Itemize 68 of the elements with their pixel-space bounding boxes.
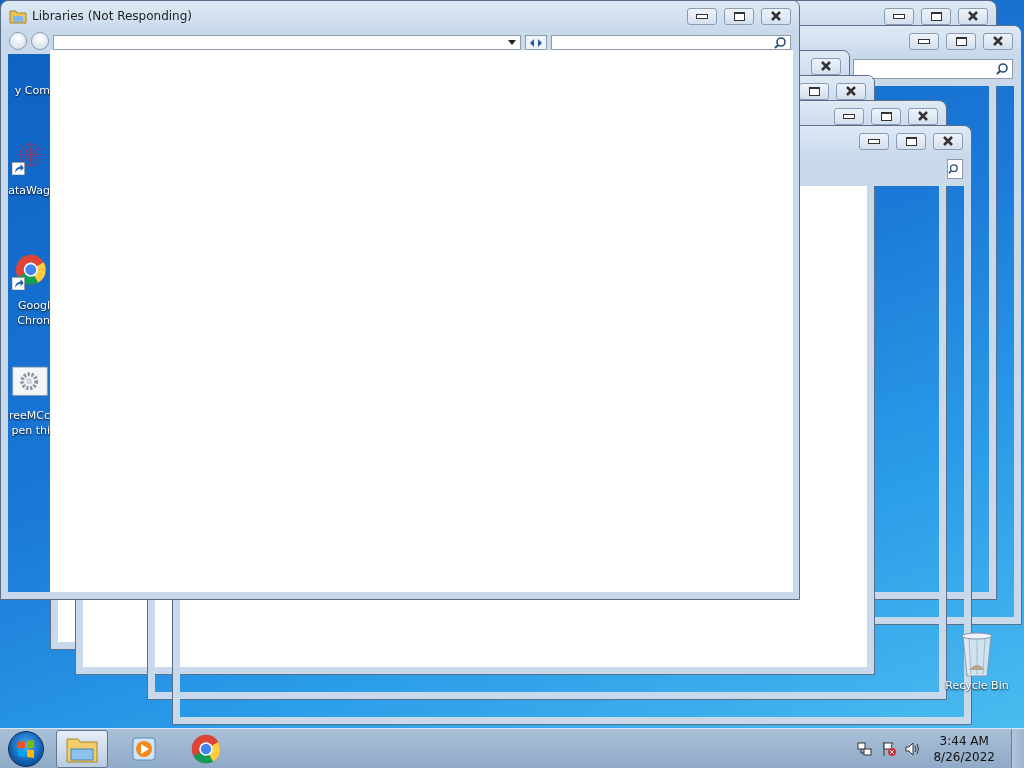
- speaker-icon[interactable]: [905, 741, 922, 757]
- flag-icon[interactable]: [881, 741, 898, 757]
- maximize-button[interactable]: [946, 32, 976, 50]
- folder-icon: [66, 735, 98, 763]
- start-button[interactable]: [8, 731, 44, 767]
- minimize-button[interactable]: [859, 132, 889, 150]
- search-icon: [774, 36, 786, 49]
- maximize-icon: [808, 86, 820, 96]
- window-title: Libraries (Not Responding): [32, 9, 193, 23]
- back-button[interactable]: [9, 32, 27, 50]
- address-bar[interactable]: [53, 35, 521, 50]
- media-player-icon: [130, 735, 158, 763]
- icon-label[interactable]: pen thi: [11, 423, 50, 438]
- arrows-icon: [529, 36, 543, 49]
- close-button[interactable]: [908, 107, 938, 125]
- maximize-icon: [955, 36, 967, 46]
- minimize-button[interactable]: [834, 107, 864, 125]
- clock-time[interactable]: 3:44 AM: [939, 733, 989, 749]
- minimize-icon: [918, 38, 930, 44]
- close-icon: [845, 85, 857, 97]
- close-button[interactable]: [761, 7, 791, 25]
- icon-label[interactable]: reeMCc: [8, 408, 50, 423]
- maximize-icon: [733, 11, 745, 21]
- icon-label[interactable]: Chron: [17, 313, 50, 328]
- icon-label[interactable]: Googl: [17, 298, 50, 313]
- chrome-shortcut-icon[interactable]: [12, 254, 48, 290]
- chrome-icon: [191, 734, 221, 764]
- close-icon: [992, 35, 1004, 47]
- search-field[interactable]: [551, 35, 791, 50]
- forward-button[interactable]: [31, 32, 49, 50]
- close-button[interactable]: [836, 82, 866, 100]
- close-icon: [820, 60, 832, 72]
- minimize-icon: [893, 13, 905, 19]
- close-button[interactable]: [933, 132, 963, 150]
- caret-icon: [508, 40, 516, 45]
- minimize-icon: [696, 13, 708, 19]
- search-icon: [948, 163, 958, 175]
- clock-date[interactable]: 8/26/2022: [933, 749, 995, 765]
- maximize-icon: [880, 111, 892, 121]
- search-icon: [996, 63, 1008, 75]
- close-icon: [917, 110, 929, 122]
- close-icon: [770, 10, 782, 22]
- maximize-icon: [930, 11, 942, 21]
- maximize-button[interactable]: [724, 7, 754, 25]
- close-button[interactable]: [811, 57, 841, 75]
- icon-label[interactable]: ataWag: [8, 183, 50, 198]
- close-icon: [942, 135, 954, 147]
- close-button[interactable]: [983, 32, 1013, 50]
- minimize-icon: [843, 113, 855, 119]
- maximize-button[interactable]: [896, 132, 926, 150]
- maximize-button[interactable]: [799, 82, 829, 100]
- windows-logo-icon: [16, 739, 36, 759]
- minimize-button[interactable]: [884, 7, 914, 25]
- search-field[interactable]: [853, 59, 1013, 79]
- close-icon: [967, 10, 979, 22]
- maximize-button[interactable]: [921, 7, 951, 25]
- minimize-button[interactable]: [909, 32, 939, 50]
- icon-label[interactable]: y Com: [14, 83, 50, 98]
- search-field[interactable]: [947, 159, 963, 179]
- maximize-icon: [905, 136, 917, 146]
- maximize-button[interactable]: [871, 107, 901, 125]
- close-button[interactable]: [958, 7, 988, 25]
- taskbar-button[interactable]: [56, 730, 108, 768]
- minimize-icon: [868, 138, 880, 144]
- refresh-button[interactable]: [525, 35, 547, 50]
- minimize-button[interactable]: [687, 7, 717, 25]
- network-icon[interactable]: [857, 741, 874, 757]
- folder-icon: [9, 8, 27, 24]
